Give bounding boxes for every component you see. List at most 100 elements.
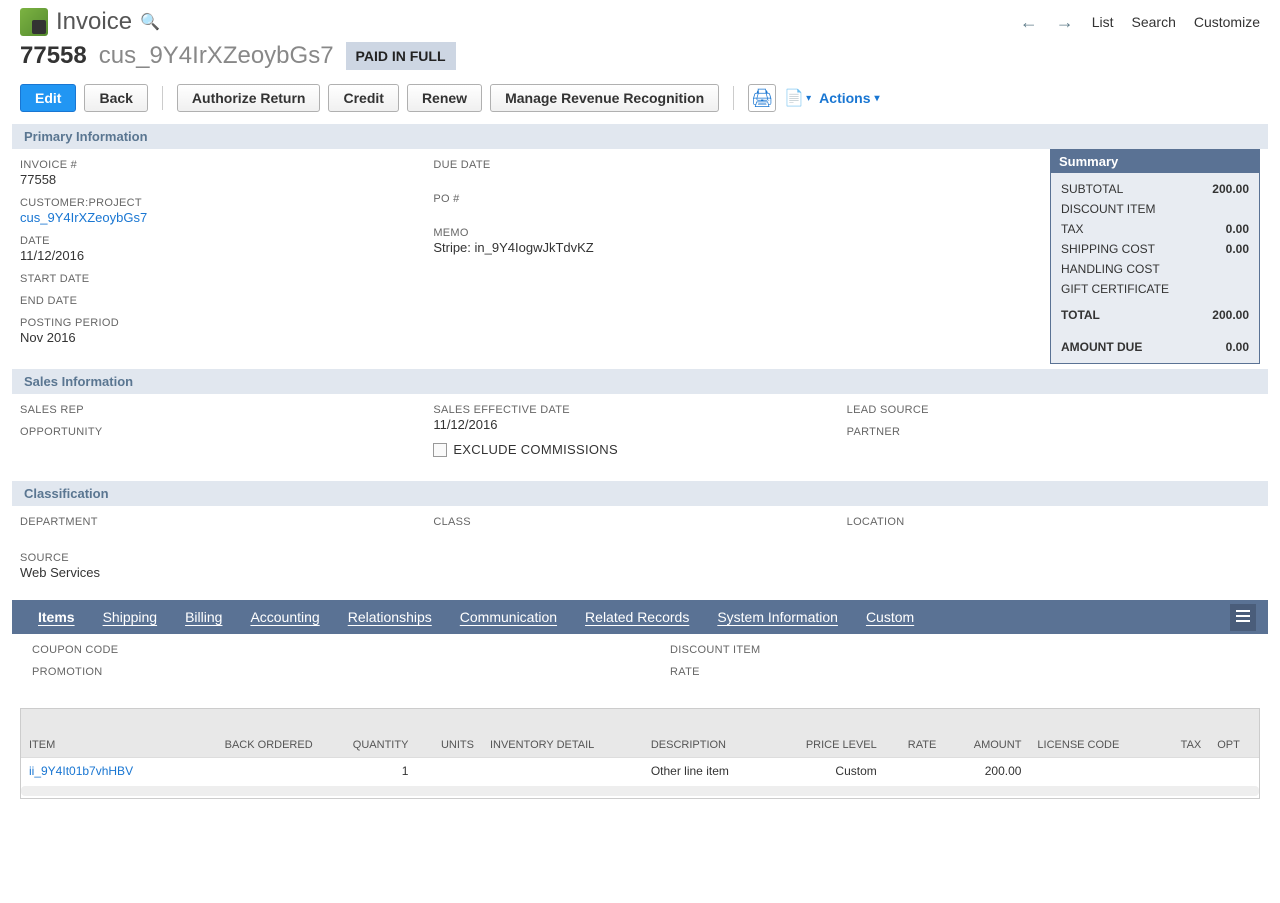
memo-label: MEMO	[433, 227, 846, 239]
record-name: cus_9Y4IrXZeoybGs7	[99, 42, 334, 70]
tab-system-information[interactable]: System Information	[703, 601, 852, 633]
po-label: PO #	[433, 193, 846, 205]
department-label: DEPARTMENT	[20, 516, 433, 528]
subtabs: Items Shipping Billing Accounting Relati…	[12, 600, 1268, 634]
authorize-return-button[interactable]: Authorize Return	[177, 84, 321, 112]
rate-label: RATE	[670, 666, 1248, 678]
end-date-label: END DATE	[20, 295, 433, 307]
customize-link[interactable]: Customize	[1194, 14, 1260, 30]
record-id: 77558	[20, 42, 87, 70]
invoice-icon	[20, 8, 48, 36]
summary-header: Summary	[1051, 150, 1259, 173]
subtotal-value: 200.00	[1212, 182, 1249, 196]
tab-communication[interactable]: Communication	[446, 601, 571, 633]
classification-section-header: Classification	[12, 481, 1268, 506]
credit-button[interactable]: Credit	[328, 84, 398, 112]
invoice-no-label: INVOICE #	[20, 159, 433, 171]
item-price: Custom	[769, 758, 885, 785]
page-title: Invoice	[56, 8, 132, 36]
exclude-commissions-checkbox[interactable]	[433, 443, 447, 457]
item-desc: Other line item	[643, 758, 769, 785]
item-amount: 200.00	[944, 758, 1029, 785]
print-icon: 🖨	[751, 88, 774, 109]
amount-due-value: 0.00	[1226, 340, 1249, 354]
discount-item-label: DISCOUNT ITEM	[670, 644, 1248, 656]
summary-box: Summary SUBTOTAL 200.00 DISCOUNT ITEM TAX…	[1050, 149, 1260, 364]
handling-label: HANDLING COST	[1061, 262, 1160, 276]
location-label: LOCATION	[847, 516, 1260, 528]
total-label: TOTAL	[1061, 308, 1100, 322]
divider	[733, 86, 734, 110]
col-opt: OPT	[1209, 709, 1260, 758]
divider	[162, 86, 163, 110]
tax-value: 0.00	[1226, 222, 1249, 236]
renew-button[interactable]: Renew	[407, 84, 482, 112]
col-description: DESCRIPTION	[643, 709, 769, 758]
sales-rep-label: SALES REP	[20, 404, 433, 416]
col-price-level: PRICE LEVEL	[769, 709, 885, 758]
effective-date-value: 11/12/2016	[433, 417, 846, 432]
class-label: CLASS	[433, 516, 846, 528]
shipping-value: 0.00	[1226, 242, 1249, 256]
new-doc-dropdown[interactable]: 📄▾	[784, 88, 811, 108]
sales-section-header: Sales Information	[12, 369, 1268, 394]
col-license: LICENSE CODE	[1029, 709, 1160, 758]
due-date-label: DUE DATE	[433, 159, 846, 171]
col-tax: TAX	[1160, 709, 1209, 758]
tab-items[interactable]: Items	[24, 601, 89, 633]
partner-label: PARTNER	[847, 426, 1260, 438]
col-units: UNITS	[416, 709, 482, 758]
source-label: SOURCE	[20, 552, 1260, 564]
lead-source-label: LEAD SOURCE	[847, 404, 1260, 416]
date-value: 11/12/2016	[20, 248, 433, 263]
col-item: ITEM	[21, 709, 182, 758]
edit-button[interactable]: Edit	[20, 84, 76, 112]
posting-value: Nov 2016	[20, 330, 433, 345]
tab-custom[interactable]: Custom	[852, 601, 928, 633]
forward-arrow-icon[interactable]: →	[1056, 12, 1074, 33]
items-table-wrap: ITEM BACK ORDERED QUANTITY UNITS INVENTO…	[20, 708, 1260, 799]
subtotal-label: SUBTOTAL	[1061, 182, 1123, 196]
print-button[interactable]: 🖨	[748, 84, 776, 112]
horizontal-scrollbar[interactable]	[21, 786, 1259, 796]
customer-label: CUSTOMER:PROJECT	[20, 197, 433, 209]
shipping-label: SHIPPING COST	[1061, 242, 1155, 256]
tax-label: TAX	[1061, 222, 1083, 236]
back-arrow-icon[interactable]: ←	[1020, 12, 1038, 33]
back-button[interactable]: Back	[84, 84, 147, 112]
tab-related-records[interactable]: Related Records	[571, 601, 703, 633]
col-quantity: QUANTITY	[321, 709, 417, 758]
amount-due-label: AMOUNT DUE	[1061, 340, 1142, 354]
col-amount: AMOUNT	[944, 709, 1029, 758]
col-inventory: INVENTORY DETAIL	[482, 709, 643, 758]
tab-billing[interactable]: Billing	[171, 601, 236, 633]
invoice-no-value: 77558	[20, 172, 433, 187]
total-value: 200.00	[1212, 308, 1249, 322]
date-label: DATE	[20, 235, 433, 247]
start-date-label: START DATE	[20, 273, 433, 285]
opportunity-label: OPPORTUNITY	[20, 426, 433, 438]
customer-link[interactable]: cus_9Y4IrXZeoybGs7	[20, 210, 433, 225]
tab-accounting[interactable]: Accounting	[236, 601, 333, 633]
table-row[interactable]: ii_9Y4It01b7vhHBV 1 Other line item Cust…	[21, 758, 1260, 785]
status-badge: PAID IN FULL	[346, 42, 456, 70]
coupon-code-label: COUPON CODE	[32, 644, 610, 656]
item-qty: 1	[321, 758, 417, 785]
manage-revenue-button[interactable]: Manage Revenue Recognition	[490, 84, 719, 112]
discount-label: DISCOUNT ITEM	[1061, 202, 1155, 216]
list-link[interactable]: List	[1092, 14, 1114, 30]
items-table: ITEM BACK ORDERED QUANTITY UNITS INVENTO…	[21, 709, 1260, 784]
tab-menu-icon[interactable]	[1230, 604, 1256, 631]
effective-date-label: SALES EFFECTIVE DATE	[433, 404, 846, 416]
promotion-label: PROMOTION	[32, 666, 610, 678]
source-value: Web Services	[20, 565, 1260, 580]
tab-shipping[interactable]: Shipping	[89, 601, 172, 633]
tab-relationships[interactable]: Relationships	[334, 601, 446, 633]
actions-dropdown[interactable]: Actions▾	[819, 90, 879, 106]
item-link[interactable]: ii_9Y4It01b7vhHBV	[29, 764, 133, 778]
col-rate: RATE	[885, 709, 945, 758]
memo-value: Stripe: in_9Y4IogwJkTdvKZ	[433, 240, 846, 255]
search-icon[interactable]: 🔍	[140, 12, 160, 32]
search-link[interactable]: Search	[1132, 14, 1176, 30]
exclude-commissions-label: EXCLUDE COMMISSIONS	[453, 442, 618, 457]
